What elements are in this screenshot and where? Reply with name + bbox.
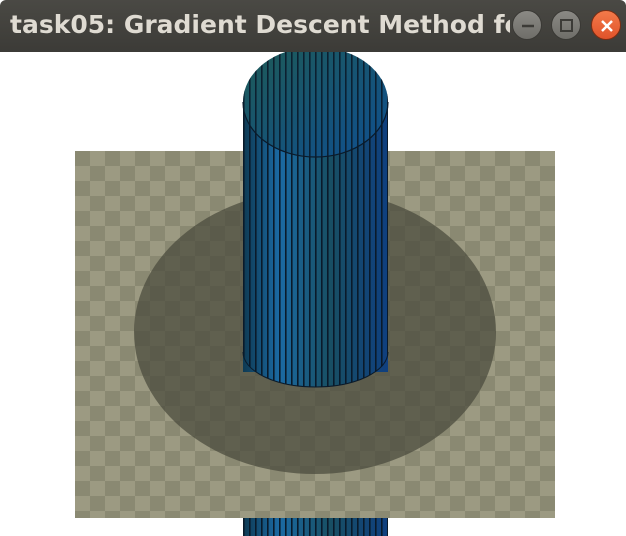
scene-view [75, 52, 555, 536]
close-icon [601, 20, 613, 32]
close-button[interactable] [591, 10, 621, 40]
render-canvas[interactable] [0, 52, 626, 536]
window-title: task05: Gradient Descent Method fo… [10, 10, 510, 39]
window-titlebar[interactable]: task05: Gradient Descent Method fo… [0, 0, 626, 52]
maximize-icon [560, 19, 573, 32]
cylinder-lower-fragment [243, 518, 388, 536]
minimize-button[interactable] [512, 10, 542, 40]
cylinder [242, 52, 389, 388]
minimize-icon [522, 24, 534, 28]
maximize-button[interactable] [551, 10, 581, 40]
